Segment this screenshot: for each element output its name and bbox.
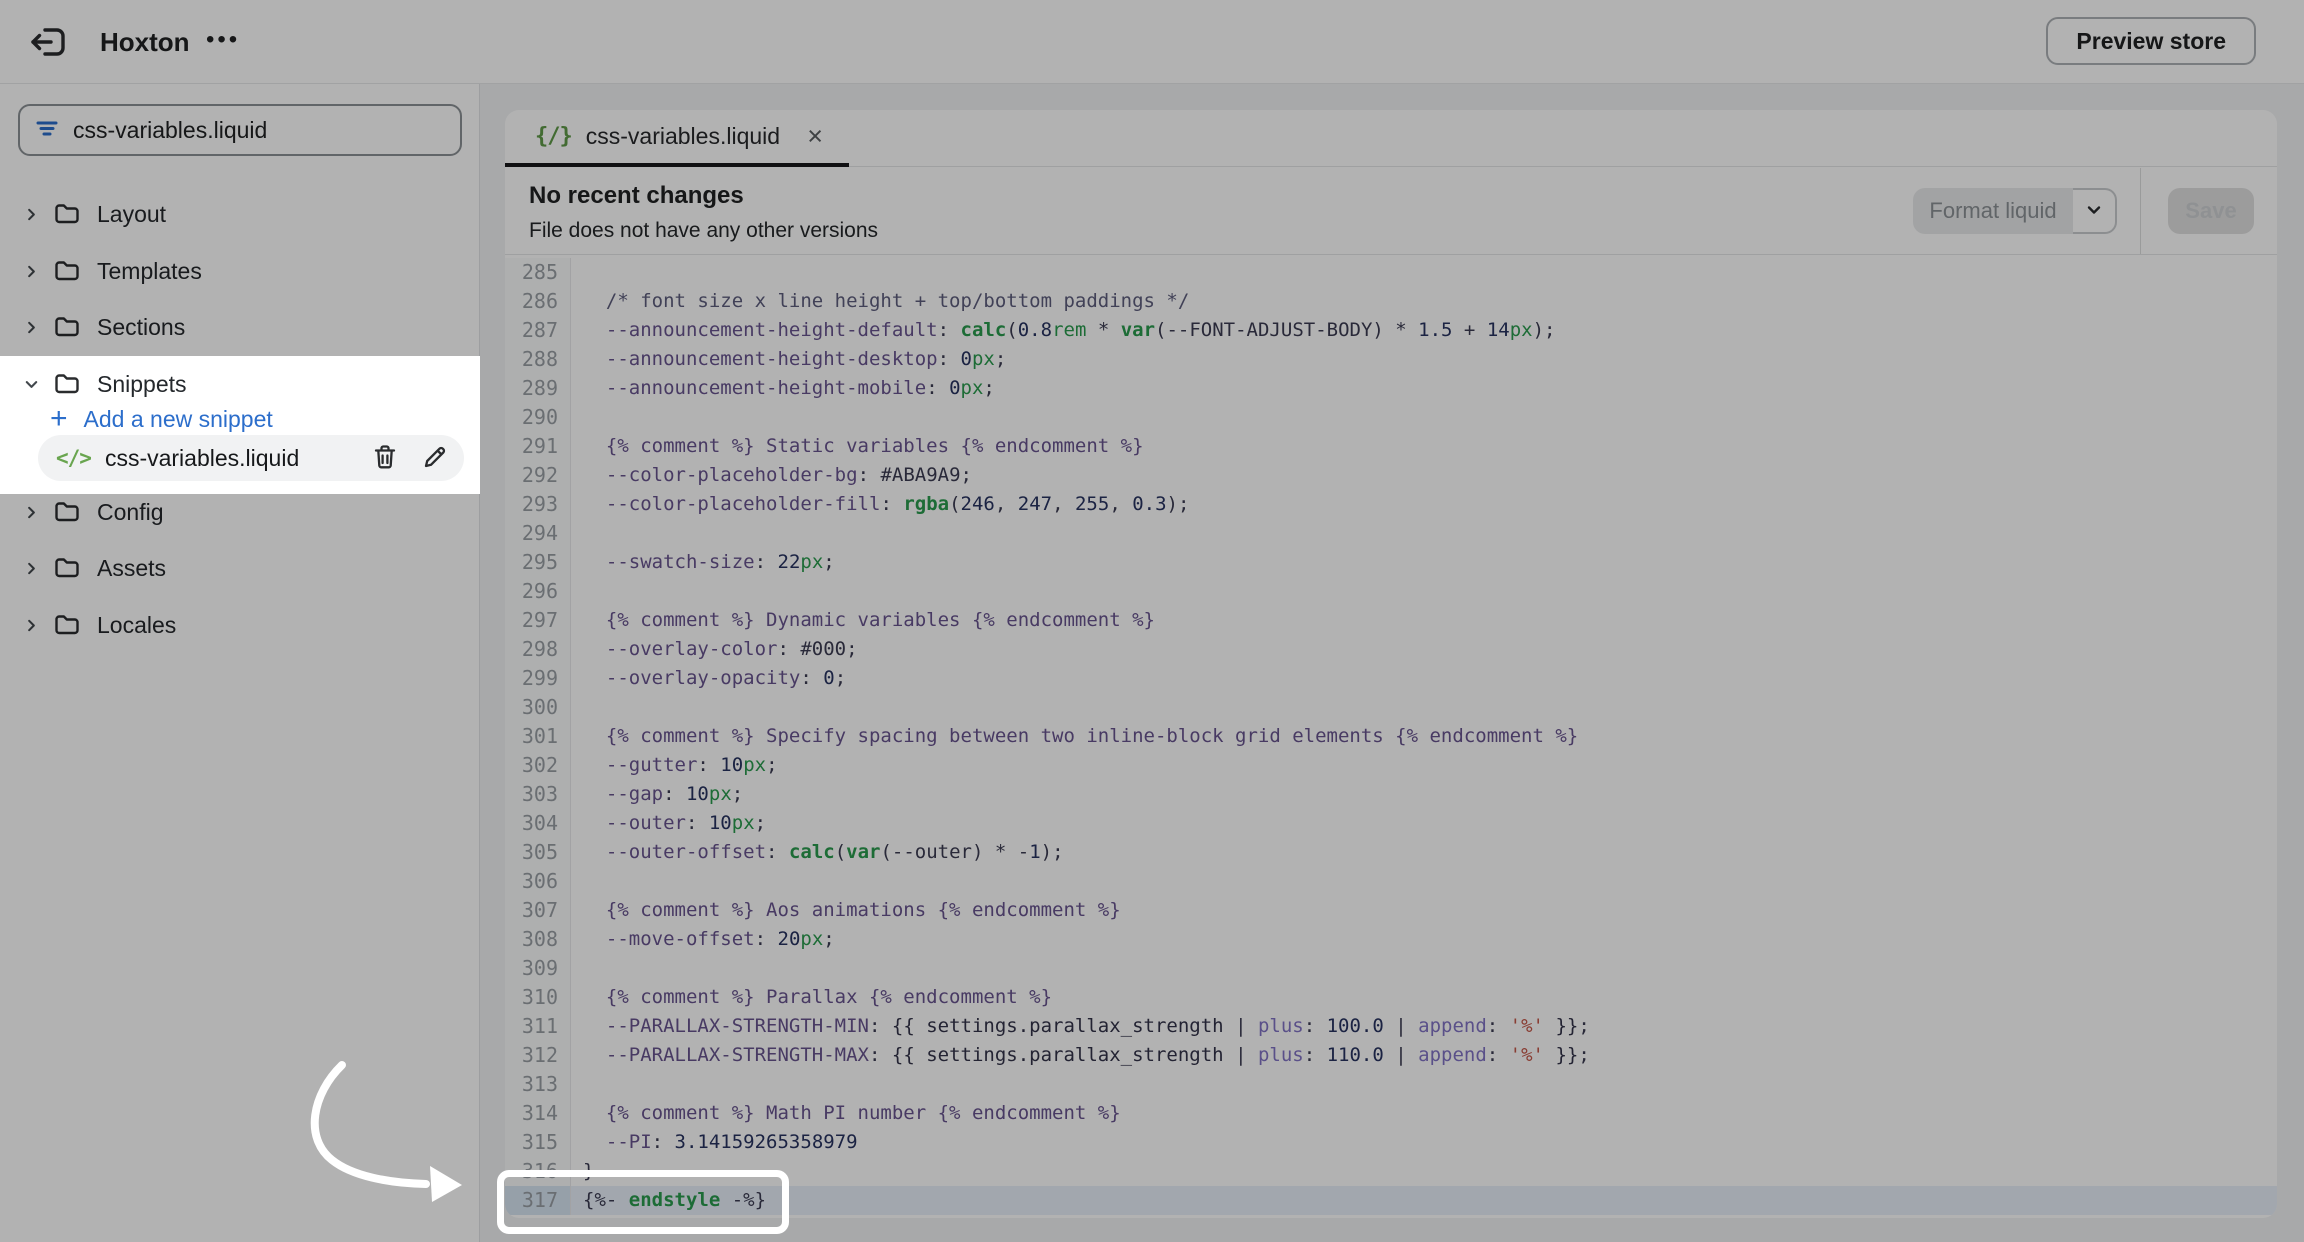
code-file-icon: </> [56, 446, 92, 470]
file-name: css-variables.liquid [104, 444, 300, 471]
rename-file-button[interactable] [420, 442, 450, 475]
delete-file-button[interactable] [370, 442, 400, 475]
plus-icon: + [50, 402, 68, 435]
sidebar-item-snippets[interactable]: Snippets [0, 362, 480, 406]
chevron-down-icon [24, 377, 39, 392]
screen: Hoxton ••• Preview store css-variables.l… [0, 0, 2304, 1242]
add-snippet-button[interactable]: + Add a new snippet [0, 402, 480, 436]
folder-icon [53, 370, 81, 398]
trash-icon [370, 442, 400, 475]
tutorial-dim-overlay [0, 0, 2304, 1242]
file-item-css-variables[interactable]: </> css-variables.liquid [38, 435, 464, 481]
highlight-box-line-317 [497, 1170, 789, 1234]
add-snippet-label: Add a new snippet [83, 405, 273, 432]
folder-label: Snippets [97, 370, 187, 397]
snippets-spotlight: Snippets + Add a new snippet </> css-var… [0, 356, 480, 494]
pencil-icon [420, 442, 450, 475]
